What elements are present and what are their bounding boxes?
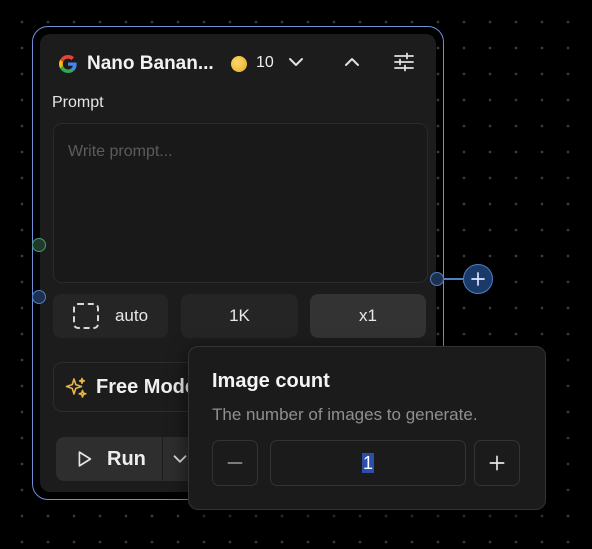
dashed-square-icon [72, 303, 99, 329]
image-count-input[interactable]: 1 [270, 440, 466, 486]
minus-icon [227, 462, 243, 464]
input-handle-text[interactable] [32, 238, 46, 252]
prompt-input[interactable]: Write prompt... [53, 123, 428, 283]
image-count-label: x1 [359, 306, 377, 325]
resolution-button[interactable]: 1K [181, 294, 298, 338]
image-count-popover: Image count The number of images to gene… [188, 346, 546, 510]
resolution-label: 1K [229, 306, 250, 325]
output-handle-image[interactable] [430, 272, 444, 286]
popover-description: The number of images to generate. [212, 405, 478, 424]
increment-button[interactable] [474, 440, 520, 486]
prompt-label: Prompt [52, 94, 104, 111]
aspect-ratio-label: auto [114, 306, 149, 325]
add-node-button[interactable] [463, 264, 493, 294]
mode-label: Free Mode [96, 376, 197, 398]
aspect-ratio-button[interactable]: auto [53, 294, 168, 338]
prompt-placeholder: Write prompt... [68, 143, 173, 160]
play-icon [78, 451, 92, 467]
run-label: Run [107, 448, 146, 470]
image-count-value: 1 [361, 453, 374, 473]
sliders-icon[interactable] [392, 50, 416, 74]
input-handle-image[interactable] [32, 290, 46, 304]
plus-icon [489, 455, 505, 471]
credit-cost: 10 [256, 54, 274, 71]
output-connector-line [444, 278, 464, 280]
image-count-button[interactable]: x1 [310, 294, 426, 338]
coin-icon [231, 56, 247, 72]
sparkle-icon [65, 377, 87, 398]
decrement-button[interactable] [212, 440, 258, 486]
model-name[interactable]: Nano Banan... [87, 53, 214, 75]
popover-title: Image count [212, 370, 330, 392]
google-icon [59, 55, 77, 73]
run-button[interactable]: Run [56, 437, 162, 481]
chevron-up-icon[interactable] [340, 50, 364, 74]
node-header: Nano Banan... 10 [40, 34, 436, 94]
chevron-down-icon[interactable] [284, 50, 308, 74]
plus-icon [471, 272, 485, 286]
